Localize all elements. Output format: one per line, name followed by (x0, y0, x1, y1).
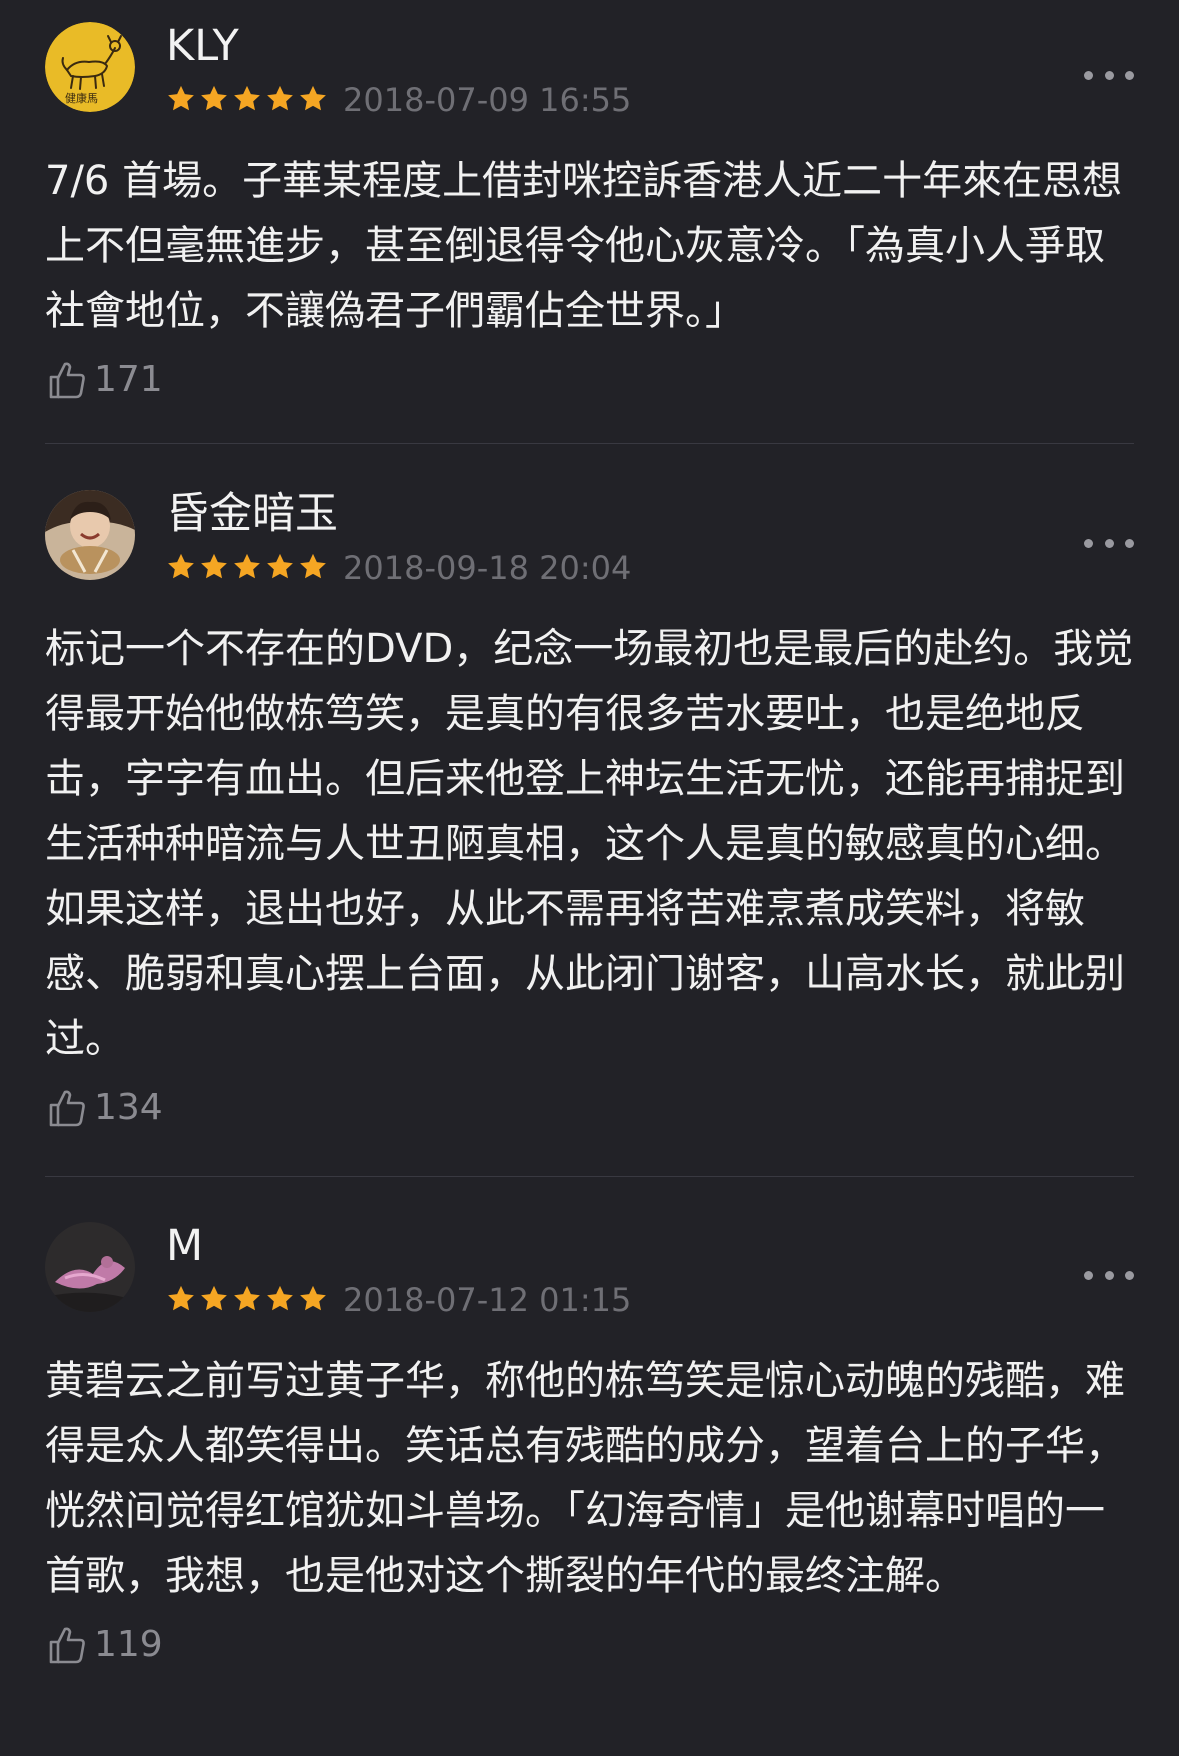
ellipsis-icon (1125, 1270, 1134, 1280)
star-icon (267, 85, 293, 111)
star-rating (166, 84, 328, 114)
star-icon (300, 553, 326, 579)
star-rating (166, 552, 328, 582)
star-icon (300, 1285, 326, 1311)
ellipsis-icon (1104, 70, 1114, 80)
ellipsis-icon (1125, 70, 1134, 80)
divider (45, 443, 1134, 444)
review-card: M 2018-07-12 01:15 黄碧云之前写过黄子华，称他的栋笃笑是惊心动… (45, 1220, 1134, 1669)
like-count: 134 (94, 1087, 163, 1128)
thumbs-up-icon (49, 1627, 85, 1664)
more-options-button[interactable] (1084, 530, 1134, 556)
star-icon (168, 553, 194, 579)
ellipsis-icon (1125, 538, 1134, 548)
thumbs-up-icon (49, 362, 85, 399)
star-icon (201, 85, 227, 111)
ellipsis-icon (1084, 70, 1093, 80)
ellipsis-icon (1084, 1270, 1093, 1280)
star-icon (267, 1285, 293, 1311)
avatar[interactable]: 健康馬 (45, 22, 135, 112)
review-header: 昏金暗玉 2018-09-18 20:04 (45, 488, 1134, 586)
review-header: M 2018-07-12 01:15 (45, 1220, 1134, 1318)
like-count: 119 (94, 1624, 163, 1665)
star-icon (300, 85, 326, 111)
like-button[interactable]: 119 (45, 1621, 1134, 1669)
ellipsis-icon (1104, 1270, 1114, 1280)
timestamp: 2018-09-18 20:04 (343, 549, 632, 587)
star-icon (168, 85, 194, 111)
timestamp: 2018-07-09 16:55 (343, 81, 632, 119)
like-button[interactable]: 171 (45, 356, 1134, 404)
star-rating (166, 1284, 328, 1314)
thumbs-up-icon (49, 1090, 85, 1127)
star-icon (168, 1285, 194, 1311)
svg-text:健康馬: 健康馬 (65, 91, 98, 105)
star-icon (201, 1285, 227, 1311)
username[interactable]: KLY (166, 20, 239, 72)
star-icon (234, 1285, 260, 1311)
star-icon (267, 553, 293, 579)
timestamp: 2018-07-12 01:15 (343, 1281, 632, 1319)
review-text: 标记一个不存在的DVD，纪念一场最初也是最后的赴约。我觉得最开始他做栋笃笑，是真… (45, 626, 1134, 1062)
review-card: 昏金暗玉 2018-09-18 20:04 标记一个不存在的DVD，纪念一场最初… (45, 488, 1134, 1132)
star-icon (234, 553, 260, 579)
username[interactable]: M (166, 1220, 203, 1272)
username[interactable]: 昏金暗玉 (166, 488, 338, 540)
more-options-button[interactable] (1084, 1262, 1134, 1288)
like-button[interactable]: 134 (45, 1084, 1134, 1132)
review-text: 7/6 首場。子華某程度上借封咪控訴香港人近二十年來在思想上不但毫無進步，甚至倒… (45, 158, 1123, 334)
review-text: 黄碧云之前写过黄子华，称他的栋笃笑是惊心动魄的残酷，难得是众人都笑得出。笑话总有… (45, 1358, 1125, 1599)
ellipsis-icon (1104, 538, 1114, 548)
review-header: 健康馬 KLY 2018-07-09 16:55 (45, 20, 1134, 118)
star-icon (201, 553, 227, 579)
more-options-button[interactable] (1084, 62, 1134, 88)
ellipsis-icon (1084, 538, 1093, 548)
star-icon (234, 85, 260, 111)
avatar[interactable] (45, 490, 135, 580)
review-card: 健康馬 KLY 2018-07-09 16:55 7/6 首場。子華某程度上借封… (45, 20, 1134, 404)
avatar[interactable] (45, 1222, 135, 1312)
review-list: 健康馬 KLY 2018-07-09 16:55 7/6 首場。子華某程度上借封… (0, 0, 1179, 1756)
divider (45, 1176, 1134, 1177)
like-count: 171 (94, 359, 163, 400)
